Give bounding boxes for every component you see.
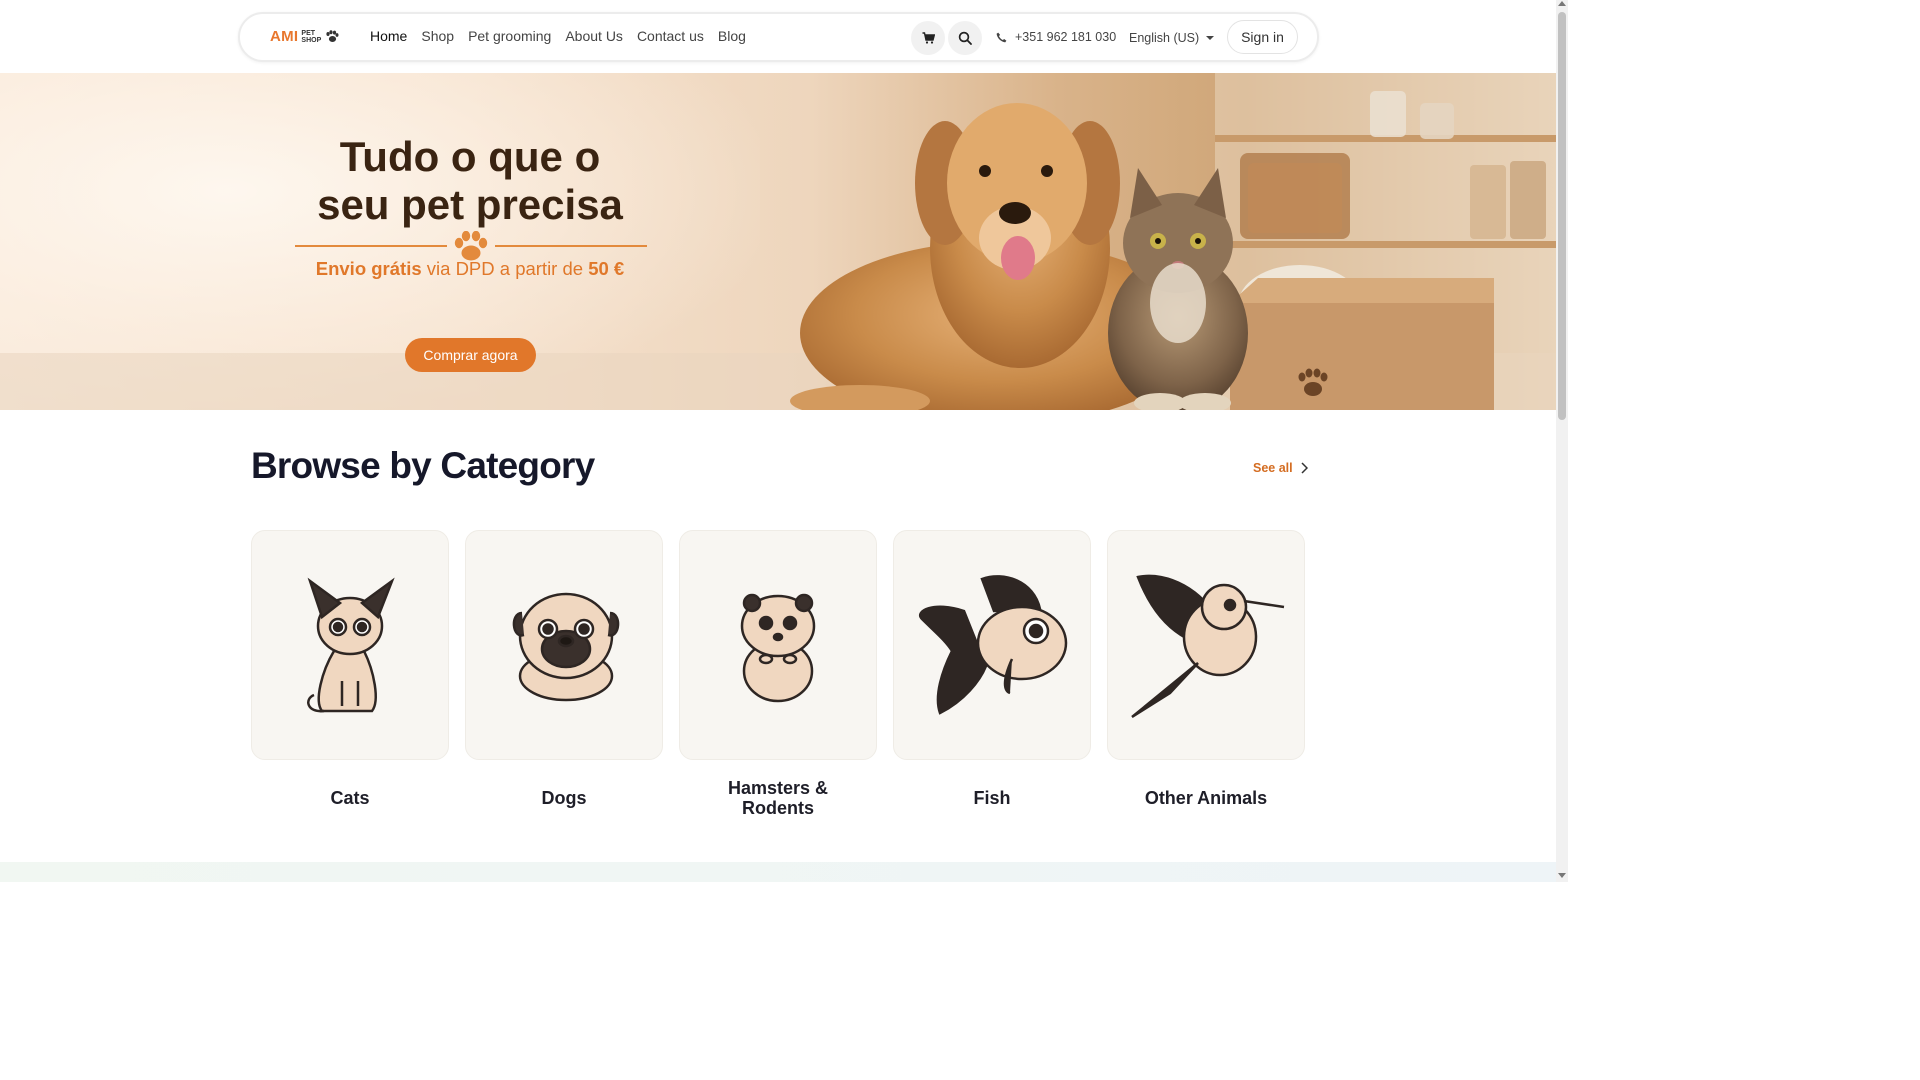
category-label-hamsters-rodents[interactable]: Hamsters & Rodents	[679, 778, 877, 818]
scrollbar-thumb[interactable]	[1558, 12, 1566, 420]
menu-item-shop[interactable]: Shop	[421, 28, 454, 44]
next-section-edge	[0, 862, 1556, 882]
scroll-up-arrow-icon[interactable]	[1558, 1, 1566, 6]
fish-icon	[919, 575, 1068, 715]
hero-subtitle: Envio grátis via DPD a partir de 50 €	[315, 258, 625, 279]
bird-icon	[1131, 574, 1285, 719]
cat-icon	[307, 577, 395, 713]
vertical-scrollbar[interactable]	[1556, 0, 1568, 882]
cart-button[interactable]	[911, 21, 945, 55]
category-label-dogs[interactable]: Dogs	[465, 788, 663, 808]
caret-down-icon	[1206, 36, 1215, 40]
paw-icon	[326, 30, 339, 42]
sign-in-button[interactable]: Sign in	[1227, 20, 1298, 54]
navbar: AMI PET SHOP Home Shop Pet grooming Abou…	[238, 12, 1319, 62]
category-label-cats[interactable]: Cats	[251, 788, 449, 808]
phone-number: +351 962 181 030	[1015, 30, 1117, 44]
logo[interactable]: AMI PET SHOP	[270, 28, 339, 45]
see-all-label: See all	[1253, 461, 1293, 475]
menu-item-about-us[interactable]: About Us	[565, 28, 623, 44]
category-card-fish[interactable]	[893, 530, 1091, 760]
phone-icon	[996, 32, 1007, 42]
chevron-right-icon	[1301, 462, 1308, 474]
search-button[interactable]	[948, 21, 982, 55]
language-label: English (US)	[1129, 31, 1200, 45]
category-card-dogs[interactable]	[465, 530, 663, 760]
category-card-cats[interactable]	[251, 530, 449, 760]
category-label-fish[interactable]: Fish	[893, 788, 1091, 808]
page: AMI PET SHOP Home Shop Pet grooming Abou…	[0, 0, 1568, 882]
scroll-down-arrow-icon[interactable]	[1558, 873, 1566, 878]
hero-illustration	[0, 73, 1556, 410]
hero-divider	[295, 231, 647, 261]
hero-banner: Tudo o que o seu pet precisa Envio gráti…	[0, 73, 1556, 410]
dog-icon	[512, 592, 620, 702]
category-section-title: Browse by Category	[251, 445, 595, 486]
menu-item-blog[interactable]: Blog	[718, 28, 746, 44]
category-label-other-animals[interactable]: Other Animals	[1107, 788, 1305, 808]
category-card-other-animals[interactable]	[1107, 530, 1305, 760]
language-selector[interactable]: English (US)	[1129, 31, 1215, 45]
menu-item-contact-us[interactable]: Contact us	[637, 28, 704, 44]
search-icon	[958, 31, 972, 45]
logo-text: AMI	[270, 28, 299, 45]
main-menu: Home Shop Pet grooming About Us Contact …	[370, 28, 746, 44]
phone-link[interactable]: +351 962 181 030	[996, 30, 1116, 44]
logo-subtext: PET SHOP	[301, 29, 322, 44]
see-all-link[interactable]: See all	[1253, 461, 1308, 475]
menu-item-pet-grooming[interactable]: Pet grooming	[468, 28, 551, 44]
cart-icon	[922, 32, 935, 44]
paw-icon	[454, 231, 488, 261]
site-header: AMI PET SHOP Home Shop Pet grooming Abou…	[0, 0, 1556, 73]
menu-item-home[interactable]: Home	[370, 28, 407, 44]
hamster-icon	[740, 593, 816, 703]
hero-title: Tudo o que o seu pet precisa	[317, 133, 623, 228]
category-card-hamsters-rodents[interactable]	[679, 530, 877, 760]
shop-now-button[interactable]: Comprar agora	[405, 338, 536, 372]
